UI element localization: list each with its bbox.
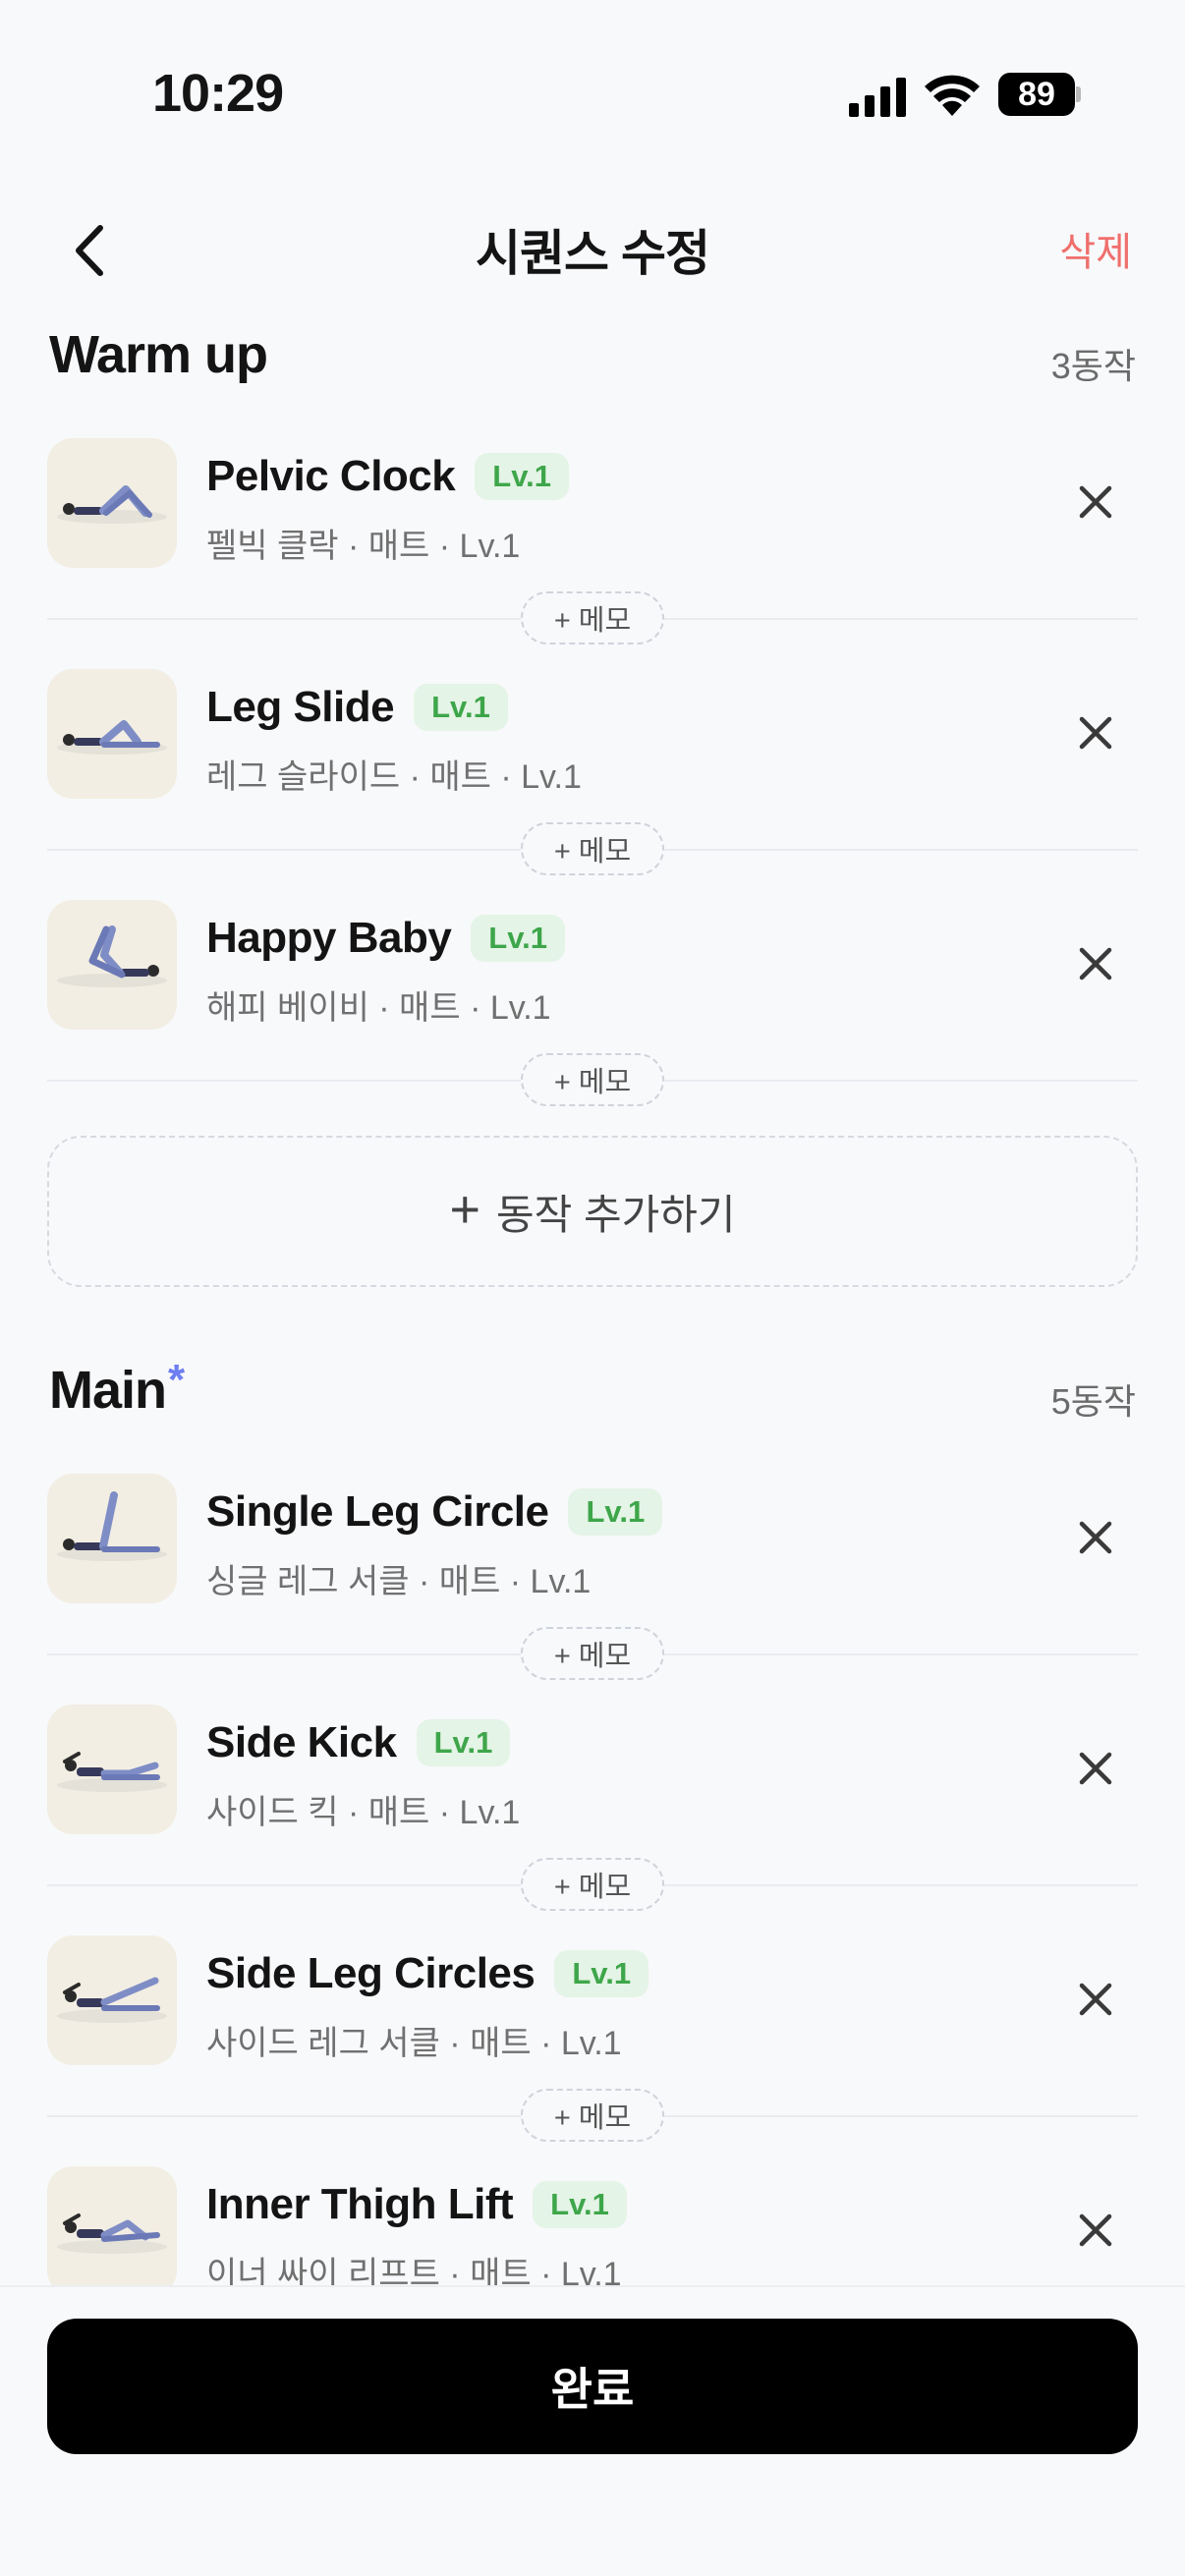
level-badge: Lv.1 xyxy=(416,1719,511,1766)
exercise-name: Side Leg Circles xyxy=(206,1949,536,1997)
exercise-subtitle: 레그 슬라이드 · 매트 · Lv.1 xyxy=(206,758,582,796)
required-mark: * xyxy=(168,1356,185,1404)
add-memo-button[interactable]: + 메모 xyxy=(521,1627,664,1680)
add-memo-button[interactable]: + 메모 xyxy=(521,1053,664,1106)
exercise-subtitle: 싱글 레그 서클 · 매트 · Lv.1 xyxy=(206,1563,592,1600)
section-title-main: Main* xyxy=(49,1356,185,1420)
add-memo-button[interactable]: + 메모 xyxy=(521,822,664,875)
exercise-item[interactable]: Single Leg Circle Lv.1 싱글 레그 서클 · 매트 · Lv… xyxy=(47,1474,1138,1619)
exercise-name: Leg Slide xyxy=(206,683,395,731)
exercise-item[interactable]: Leg Slide Lv.1 레그 슬라이드 · 매트 · Lv.1 xyxy=(47,669,1138,814)
level-badge: Lv.1 xyxy=(533,2181,627,2228)
add-exercise-label: 동작 추가하기 xyxy=(496,1191,736,1238)
pose-lying-leg-up-icon xyxy=(47,1474,177,1603)
pose-side-lying-leg-raised-icon xyxy=(47,1935,177,2065)
add-memo-button[interactable]: + 메모 xyxy=(521,591,664,644)
exercise-name: Pelvic Clock xyxy=(206,452,456,500)
section-title-warm-up: Warm up xyxy=(49,325,268,384)
delete-button[interactable]: 삭제 xyxy=(1059,220,1132,277)
level-badge: Lv.1 xyxy=(554,1950,649,1997)
battery-level: 89 xyxy=(1018,76,1055,113)
pose-side-lying-lift-icon xyxy=(47,2166,177,2296)
remove-x-icon[interactable] xyxy=(1071,708,1120,757)
page-title: 시퀀스 수정 xyxy=(476,226,710,281)
add-exercise-button[interactable]: + 동작 추가하기 xyxy=(47,1136,1138,1287)
pose-side-lying-icon xyxy=(47,1705,177,1834)
pose-lying-one-knee-icon xyxy=(47,669,177,799)
section-count-warm-up: 3동작 xyxy=(1050,346,1136,386)
level-badge: Lv.1 xyxy=(475,453,569,500)
exercise-item[interactable]: Happy Baby Lv.1 해피 베이비 · 매트 · Lv.1 xyxy=(47,900,1138,1045)
level-badge: Lv.1 xyxy=(568,1488,663,1536)
status-bar: 10:29 89 xyxy=(0,0,1185,187)
exercise-subtitle: 사이드 레그 서클 · 매트 · Lv.1 xyxy=(206,2025,622,2062)
exercise-subtitle: 펠빅 클락 · 매트 · Lv.1 xyxy=(206,528,521,565)
level-badge: Lv.1 xyxy=(471,915,566,962)
section-count-main: 5동작 xyxy=(1050,1381,1136,1422)
bottom-action-bar: 완료 xyxy=(0,2285,1185,2576)
exercise-item[interactable]: Side Leg Circles Lv.1 사이드 레그 서클 · 매트 · Lv… xyxy=(47,1935,1138,2081)
wifi-icon xyxy=(925,75,980,116)
back-chevron-icon[interactable] xyxy=(61,216,120,285)
done-button[interactable]: 완료 xyxy=(47,2319,1138,2454)
pose-lying-knees-up-icon xyxy=(47,438,177,568)
cellular-signal-icon xyxy=(849,78,906,117)
status-time: 10:29 xyxy=(152,64,284,123)
add-memo-button[interactable]: + 메모 xyxy=(521,1858,664,1911)
remove-x-icon[interactable] xyxy=(1071,939,1120,988)
remove-x-icon[interactable] xyxy=(1071,1744,1120,1793)
exercise-item[interactable]: Side Kick Lv.1 사이드 킥 · 매트 · Lv.1 xyxy=(47,1705,1138,1850)
exercise-subtitle: 해피 베이비 · 매트 · Lv.1 xyxy=(206,989,551,1027)
pose-lying-legs-up-icon xyxy=(47,900,177,1030)
level-badge: Lv.1 xyxy=(414,684,508,731)
remove-x-icon[interactable] xyxy=(1071,477,1120,527)
exercise-name: Happy Baby xyxy=(206,914,452,962)
exercise-item[interactable]: Pelvic Clock Lv.1 펠빅 클락 · 매트 · Lv.1 xyxy=(47,438,1138,584)
exercise-name: Inner Thigh Lift xyxy=(206,2180,514,2228)
remove-x-icon[interactable] xyxy=(1071,1513,1120,1562)
remove-x-icon[interactable] xyxy=(1071,1975,1120,2024)
battery-indicator: 89 xyxy=(998,73,1081,116)
plus-icon: + xyxy=(449,1180,481,1239)
exercise-subtitle: 사이드 킥 · 매트 · Lv.1 xyxy=(206,1794,521,1831)
exercise-name: Single Leg Circle xyxy=(206,1487,549,1536)
add-memo-button[interactable]: + 메모 xyxy=(521,2089,664,2142)
remove-x-icon[interactable] xyxy=(1071,2206,1120,2255)
exercise-name: Side Kick xyxy=(206,1718,397,1766)
